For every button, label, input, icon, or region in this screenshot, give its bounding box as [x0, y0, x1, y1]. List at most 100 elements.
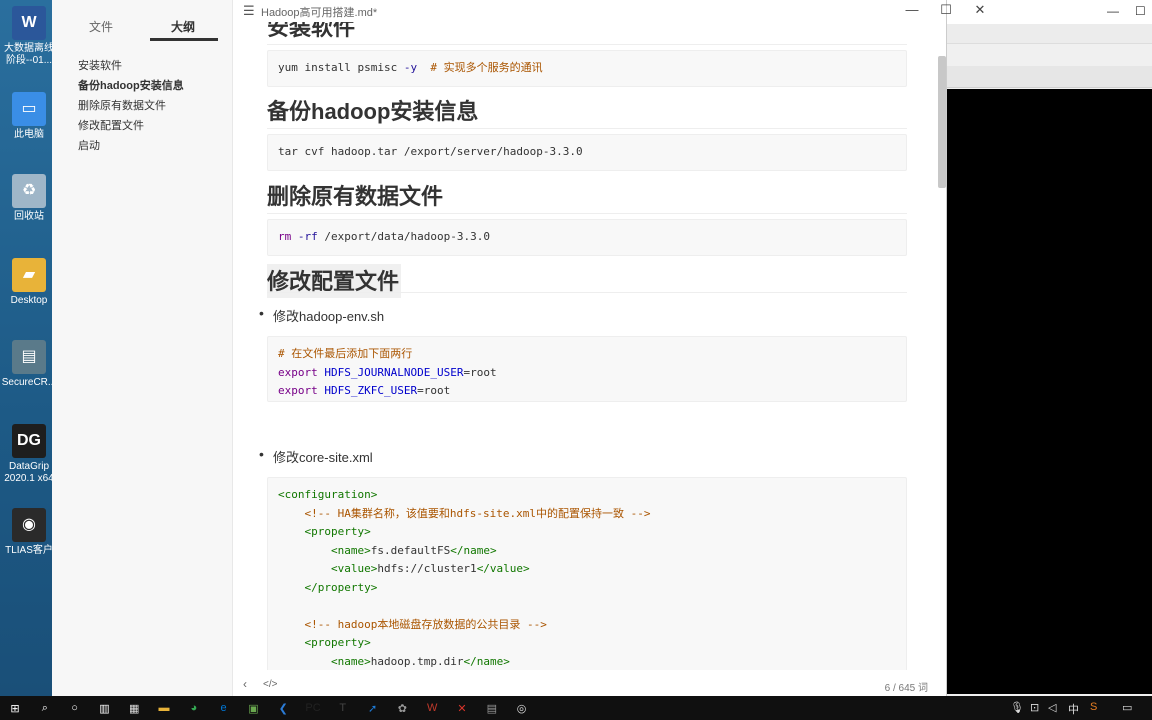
background-window[interactable]: — ☐	[946, 0, 1152, 696]
status-bar: ‹ </> 6 / 645 词	[233, 672, 946, 696]
tab-outline[interactable]: 大纲	[150, 18, 216, 35]
task-view-icon[interactable]: ▥	[95, 699, 113, 717]
desktop-item[interactable]: ▭ 此电脑	[0, 92, 58, 141]
desktop-item-label: DataGrip 2020.1 x64	[4, 461, 54, 484]
chrome-icon[interactable]: ◕	[185, 699, 203, 717]
securecrt-icon: ▤	[12, 340, 46, 374]
cortana-icon[interactable]: ○	[66, 699, 84, 717]
app6-icon[interactable]: ▤	[483, 699, 501, 717]
close-icon[interactable]: ✕	[965, 2, 995, 18]
desktop-item[interactable]: DG DataGrip 2020.1 x64	[0, 424, 58, 485]
xml-tag: </name>	[450, 543, 497, 557]
bg-window-menubar	[947, 24, 1152, 44]
windows-icon[interactable]: ⊞	[6, 699, 24, 717]
outline-item-current[interactable]: 备份hadoop安装信息	[78, 76, 184, 96]
desktop-item-label: TLIAS客户	[5, 545, 53, 556]
code-variable: HDFS_JOURNALNODE_USER	[324, 365, 464, 379]
computer-icon: ▭	[12, 92, 46, 126]
heading-divider	[267, 292, 907, 293]
menu-icon[interactable]: ☰	[243, 3, 255, 19]
notification-icon[interactable]: ▭	[1122, 701, 1132, 714]
pycharm-icon[interactable]: PC	[304, 699, 322, 717]
outline-item[interactable]: 删除原有数据文件	[78, 96, 184, 116]
app4-icon[interactable]: W	[423, 699, 441, 717]
code-text: yum install psmisc	[278, 61, 404, 74]
heading-backup: 备份hadoop安装信息	[267, 94, 907, 129]
desktop-item[interactable]: W 大数据离线 阶段--01...	[0, 6, 58, 67]
code-text: =root	[463, 365, 497, 379]
code-block-env[interactable]: # 在文件最后添加下面两行 export HDFS_JOURNALNODE_US…	[267, 336, 907, 402]
xml-text: hadoop.tmp.dir	[370, 654, 464, 668]
app7-icon[interactable]: ◎	[513, 699, 531, 717]
recycle-bin-icon: ♻	[12, 174, 46, 208]
maximize-icon[interactable]: ☐	[931, 2, 961, 18]
datagrip-icon: DG	[12, 424, 46, 458]
code-keyword: export	[278, 384, 318, 397]
sidebar-toggle-icon[interactable]: ‹	[243, 677, 247, 691]
list-item-env: 修改hadoop-env.sh	[259, 305, 384, 325]
code-comment: # 实现多个服务的通讯	[417, 61, 543, 74]
edge-icon[interactable]: e	[215, 699, 233, 717]
xml-tag: <name>	[330, 543, 371, 557]
code-keyword: export	[278, 365, 318, 379]
mic-icon[interactable]: 🎙	[1010, 701, 1024, 714]
xml-tag: <configuration>	[278, 488, 378, 501]
xml-tag: </value>	[476, 562, 530, 575]
list-item-core: 修改core-site.xml	[259, 446, 373, 466]
tab-files[interactable]: 文件	[68, 18, 134, 35]
code-block-core-site[interactable]: <configuration> <!-- HA集群名称，该值要和hdfs-sit…	[267, 477, 907, 670]
terminal-area[interactable]	[947, 89, 1152, 694]
volume-icon[interactable]: ◁	[1048, 701, 1056, 714]
maximize-icon[interactable]: ☐	[1135, 4, 1146, 18]
code-text: tar cvf hadoop.tar /export/server/hadoop…	[278, 145, 583, 158]
xml-text: fs.defaultFS	[370, 543, 451, 557]
search-icon[interactable]: ⌕	[36, 699, 54, 717]
app3-icon[interactable]: ✿	[393, 699, 411, 717]
outline-item[interactable]: 启动	[78, 136, 184, 156]
xml-tag: <property>	[304, 636, 371, 649]
code-text: /export/data/hadoop-3.3.0	[317, 230, 490, 243]
store-icon[interactable]: ▦	[125, 699, 143, 717]
title-bar[interactable]: ☰ Hadoop高可用搭建.md* — ☐ ✕	[233, 0, 985, 22]
typora-icon[interactable]: T	[334, 699, 352, 717]
xml-tag: </name>	[463, 654, 510, 668]
app-icon[interactable]: ▣	[244, 699, 262, 717]
editor-content[interactable]: 安装软件 yum install psmisc -y # 实现多个服务的通讯 备…	[233, 22, 946, 670]
code-flag: -y	[403, 61, 418, 74]
minimize-icon[interactable]: —	[897, 2, 927, 17]
scrollbar[interactable]	[938, 56, 946, 188]
vscode-icon[interactable]: ❮	[274, 699, 292, 717]
minimize-icon[interactable]: —	[1107, 4, 1119, 18]
heading-delete: 删除原有数据文件	[267, 179, 907, 214]
sidebar: 文件 大纲 安装软件 备份hadoop安装信息 删除原有数据文件 修改配置文件 …	[52, 0, 233, 696]
word-count[interactable]: 6 / 645 词	[885, 679, 928, 694]
code-block-install[interactable]: yum install psmisc -y # 实现多个服务的通讯	[267, 50, 907, 87]
ime-icon[interactable]: S	[1090, 701, 1097, 713]
tlias-icon: ◉	[12, 508, 46, 542]
xml-comment: <!-- HA集群名称，该值要和hdfs-site.xml中的配置保持一致 --…	[304, 506, 651, 520]
network-icon[interactable]: ⊡	[1030, 701, 1039, 714]
explorer-icon[interactable]: ▬	[155, 699, 173, 717]
folder-icon: ▰	[12, 258, 46, 292]
code-block-backup[interactable]: tar cvf hadoop.tar /export/server/hadoop…	[267, 134, 907, 171]
app5-icon[interactable]: ✕	[453, 699, 471, 717]
desktop-item[interactable]: ▤ SecureCR...	[0, 340, 58, 389]
outline-item[interactable]: 修改配置文件	[78, 116, 184, 136]
source-mode-icon[interactable]: </>	[263, 679, 277, 690]
xml-comment: <!-- hadoop本地磁盘存放数据的公共目录 -->	[304, 617, 547, 631]
app2-icon[interactable]: ➚	[364, 699, 382, 717]
desktop-item[interactable]: ▰ Desktop	[0, 258, 58, 307]
outline-list: 安装软件 备份hadoop安装信息 删除原有数据文件 修改配置文件 启动	[78, 56, 184, 156]
code-variable: HDFS_ZKFC_USER	[324, 384, 418, 397]
xml-tag: </property>	[304, 580, 378, 594]
input-language[interactable]: 中	[1068, 701, 1079, 717]
desktop-item-label: 大数据离线 阶段--01...	[4, 43, 54, 66]
code-comment: # 在文件最后添加下面两行	[278, 347, 413, 360]
word-doc-icon: W	[12, 6, 46, 40]
tab-underline	[150, 38, 218, 41]
desktop-item[interactable]: ◉ TLIAS客户	[0, 508, 58, 557]
code-block-delete[interactable]: rm -rf /export/data/hadoop-3.3.0	[267, 219, 907, 256]
code-keyword: rm	[278, 230, 292, 243]
desktop-item[interactable]: ♻ 回收站	[0, 174, 58, 223]
outline-item[interactable]: 安装软件	[78, 56, 184, 76]
